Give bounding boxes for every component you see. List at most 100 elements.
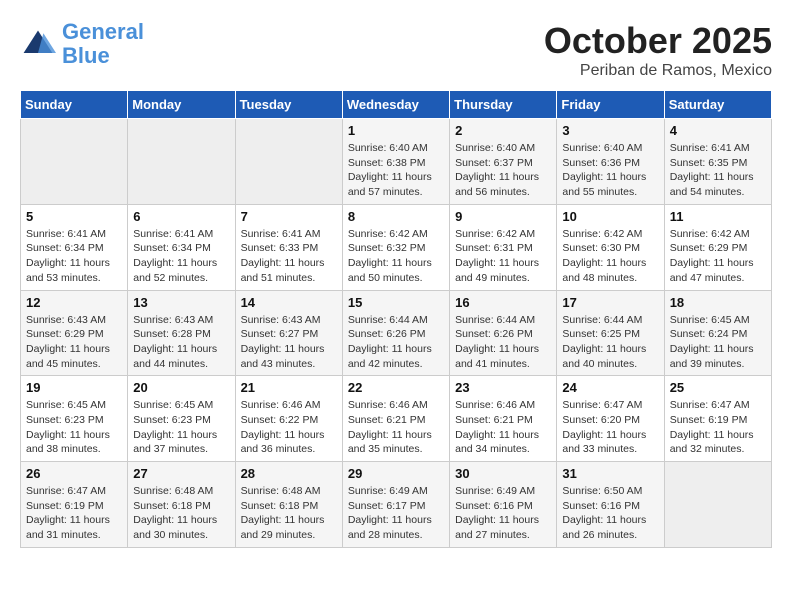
day-number: 30 (455, 466, 551, 481)
calendar-day-cell: 26 Sunrise: 6:47 AMSunset: 6:19 PMDayligh… (21, 462, 128, 548)
month-title: October 2025 (544, 20, 772, 62)
day-info: Sunrise: 6:46 AMSunset: 6:22 PMDaylight:… (241, 398, 337, 457)
day-number: 20 (133, 380, 229, 395)
calendar-day-cell: 2 Sunrise: 6:40 AMSunset: 6:37 PMDaylight… (450, 119, 557, 205)
day-info: Sunrise: 6:41 AMSunset: 6:34 PMDaylight:… (133, 227, 229, 286)
day-info: Sunrise: 6:42 AMSunset: 6:30 PMDaylight:… (562, 227, 658, 286)
day-number: 28 (241, 466, 337, 481)
weekday-header-monday: Monday (128, 91, 235, 119)
calendar-week-row: 19Sunrise: 6:45 AMSunset: 6:23 PMDayligh… (21, 376, 772, 462)
day-info: Sunrise: 6:40 AMSunset: 6:36 PMDaylight:… (562, 141, 658, 200)
weekday-header-friday: Friday (557, 91, 664, 119)
calendar-day-cell: 20 Sunrise: 6:45 AMSunset: 6:23 PMDayligh… (128, 376, 235, 462)
calendar-day-cell: 13Sunrise: 6:43 AMSunset: 6:28 PMDayligh… (128, 290, 235, 376)
calendar-day-cell: 9Sunrise: 6:42 AMSunset: 6:31 PMDaylight… (450, 204, 557, 290)
calendar-day-cell: 3 Sunrise: 6:40 AMSunset: 6:36 PMDaylight… (557, 119, 664, 205)
day-number: 10 (562, 209, 658, 224)
day-info: Sunrise: 6:48 AMSunset: 6:18 PMDaylight:… (133, 484, 229, 543)
calendar-day-cell: 30 Sunrise: 6:49 AMSunset: 6:16 PMDayligh… (450, 462, 557, 548)
day-info: Sunrise: 6:44 AMSunset: 6:25 PMDaylight:… (562, 313, 658, 372)
weekday-header-tuesday: Tuesday (235, 91, 342, 119)
day-number: 16 (455, 295, 551, 310)
day-number: 8 (348, 209, 444, 224)
day-number: 21 (241, 380, 337, 395)
logo: General Blue (20, 20, 144, 68)
day-info: Sunrise: 6:50 AMSunset: 6:16 PMDaylight:… (562, 484, 658, 543)
calendar-day-cell: 17 Sunrise: 6:44 AMSunset: 6:25 PMDayligh… (557, 290, 664, 376)
day-number: 27 (133, 466, 229, 481)
calendar-day-cell: 23 Sunrise: 6:46 AMSunset: 6:21 PMDayligh… (450, 376, 557, 462)
day-number: 18 (670, 295, 766, 310)
weekday-header-sunday: Sunday (21, 91, 128, 119)
calendar-week-row: 12 Sunrise: 6:43 AMSunset: 6:29 PMDayligh… (21, 290, 772, 376)
header: General Blue October 2025 Periban de Ram… (20, 20, 772, 80)
day-number: 15 (348, 295, 444, 310)
day-number: 14 (241, 295, 337, 310)
calendar-day-cell: 16 Sunrise: 6:44 AMSunset: 6:26 PMDayligh… (450, 290, 557, 376)
day-info: Sunrise: 6:42 AMSunset: 6:29 PMDaylight:… (670, 227, 766, 286)
day-info: Sunrise: 6:45 AMSunset: 6:23 PMDaylight:… (26, 398, 122, 457)
day-number: 25 (670, 380, 766, 395)
calendar-day-cell: 5 Sunrise: 6:41 AMSunset: 6:34 PMDaylight… (21, 204, 128, 290)
day-info: Sunrise: 6:46 AMSunset: 6:21 PMDaylight:… (455, 398, 551, 457)
day-info: Sunrise: 6:43 AMSunset: 6:29 PMDaylight:… (26, 313, 122, 372)
day-number: 23 (455, 380, 551, 395)
day-info: Sunrise: 6:49 AMSunset: 6:16 PMDaylight:… (455, 484, 551, 543)
day-info: Sunrise: 6:40 AMSunset: 6:38 PMDaylight:… (348, 141, 444, 200)
day-number: 3 (562, 123, 658, 138)
calendar-day-cell: 11Sunrise: 6:42 AMSunset: 6:29 PMDayligh… (664, 204, 771, 290)
day-info: Sunrise: 6:43 AMSunset: 6:27 PMDaylight:… (241, 313, 337, 372)
empty-cell (21, 119, 128, 205)
empty-cell (128, 119, 235, 205)
day-info: Sunrise: 6:48 AMSunset: 6:18 PMDaylight:… (241, 484, 337, 543)
calendar-day-cell: 22Sunrise: 6:46 AMSunset: 6:21 PMDayligh… (342, 376, 449, 462)
day-info: Sunrise: 6:45 AMSunset: 6:23 PMDaylight:… (133, 398, 229, 457)
calendar-day-cell: 6Sunrise: 6:41 AMSunset: 6:34 PMDaylight… (128, 204, 235, 290)
calendar-day-cell: 28 Sunrise: 6:48 AMSunset: 6:18 PMDayligh… (235, 462, 342, 548)
day-info: Sunrise: 6:41 AMSunset: 6:34 PMDaylight:… (26, 227, 122, 286)
calendar-day-cell: 24Sunrise: 6:47 AMSunset: 6:20 PMDayligh… (557, 376, 664, 462)
day-info: Sunrise: 6:47 AMSunset: 6:19 PMDaylight:… (670, 398, 766, 457)
calendar-day-cell: 27 Sunrise: 6:48 AMSunset: 6:18 PMDayligh… (128, 462, 235, 548)
logo-icon (20, 26, 56, 62)
empty-cell (664, 462, 771, 548)
day-number: 5 (26, 209, 122, 224)
calendar-day-cell: 1 Sunrise: 6:40 AMSunset: 6:38 PMDaylight… (342, 119, 449, 205)
calendar-day-cell: 12 Sunrise: 6:43 AMSunset: 6:29 PMDayligh… (21, 290, 128, 376)
day-number: 29 (348, 466, 444, 481)
calendar-table: SundayMondayTuesdayWednesdayThursdayFrid… (20, 90, 772, 548)
day-number: 26 (26, 466, 122, 481)
calendar-day-cell: 18Sunrise: 6:45 AMSunset: 6:24 PMDayligh… (664, 290, 771, 376)
calendar-day-cell: 21 Sunrise: 6:46 AMSunset: 6:22 PMDayligh… (235, 376, 342, 462)
calendar-week-row: 1 Sunrise: 6:40 AMSunset: 6:38 PMDaylight… (21, 119, 772, 205)
calendar-day-cell: 29 Sunrise: 6:49 AMSunset: 6:17 PMDayligh… (342, 462, 449, 548)
day-number: 31 (562, 466, 658, 481)
calendar-week-row: 26 Sunrise: 6:47 AMSunset: 6:19 PMDayligh… (21, 462, 772, 548)
day-info: Sunrise: 6:40 AMSunset: 6:37 PMDaylight:… (455, 141, 551, 200)
logo-text: General Blue (62, 20, 144, 68)
calendar-day-cell: 15 Sunrise: 6:44 AMSunset: 6:26 PMDayligh… (342, 290, 449, 376)
day-number: 1 (348, 123, 444, 138)
weekday-header-wednesday: Wednesday (342, 91, 449, 119)
day-number: 12 (26, 295, 122, 310)
day-info: Sunrise: 6:49 AMSunset: 6:17 PMDaylight:… (348, 484, 444, 543)
day-number: 4 (670, 123, 766, 138)
day-info: Sunrise: 6:44 AMSunset: 6:26 PMDaylight:… (348, 313, 444, 372)
day-number: 22 (348, 380, 444, 395)
location-subtitle: Periban de Ramos, Mexico (544, 62, 772, 80)
weekday-header-row: SundayMondayTuesdayWednesdayThursdayFrid… (21, 91, 772, 119)
calendar-day-cell: 10 Sunrise: 6:42 AMSunset: 6:30 PMDayligh… (557, 204, 664, 290)
title-area: October 2025 Periban de Ramos, Mexico (544, 20, 772, 80)
day-info: Sunrise: 6:41 AMSunset: 6:35 PMDaylight:… (670, 141, 766, 200)
calendar-day-cell: 14 Sunrise: 6:43 AMSunset: 6:27 PMDayligh… (235, 290, 342, 376)
day-info: Sunrise: 6:41 AMSunset: 6:33 PMDaylight:… (241, 227, 337, 286)
day-number: 17 (562, 295, 658, 310)
day-info: Sunrise: 6:43 AMSunset: 6:28 PMDaylight:… (133, 313, 229, 372)
day-info: Sunrise: 6:47 AMSunset: 6:19 PMDaylight:… (26, 484, 122, 543)
day-number: 9 (455, 209, 551, 224)
calendar-day-cell: 4 Sunrise: 6:41 AMSunset: 6:35 PMDaylight… (664, 119, 771, 205)
day-info: Sunrise: 6:44 AMSunset: 6:26 PMDaylight:… (455, 313, 551, 372)
day-number: 2 (455, 123, 551, 138)
calendar-day-cell: 31 Sunrise: 6:50 AMSunset: 6:16 PMDayligh… (557, 462, 664, 548)
day-info: Sunrise: 6:42 AMSunset: 6:32 PMDaylight:… (348, 227, 444, 286)
